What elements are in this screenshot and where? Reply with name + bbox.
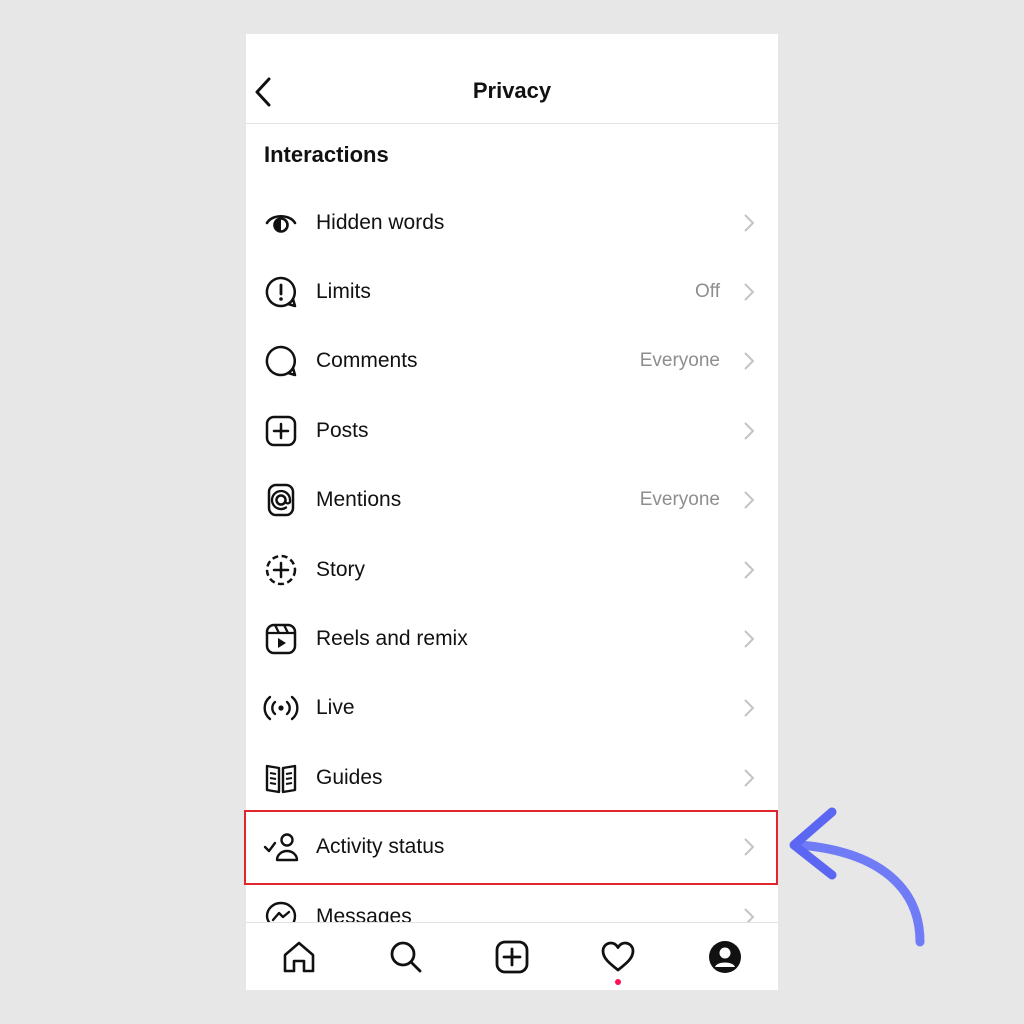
row-label: Posts (316, 418, 369, 442)
nav-create[interactable] (482, 927, 542, 987)
chevron-right-icon (744, 560, 755, 579)
row-value: Everyone (639, 350, 720, 372)
chevron-right-icon (744, 352, 755, 371)
chevron-right-icon (744, 213, 755, 232)
row-value: Off (695, 281, 720, 303)
comment-icon (263, 343, 299, 379)
home-icon (283, 941, 315, 972)
row-reels-and-remix[interactable]: Reels and remix (246, 604, 778, 673)
row-label: Mentions (316, 488, 402, 512)
row-posts[interactable]: Posts (246, 396, 778, 465)
row-label: Hidden words (316, 210, 445, 234)
bottom-tab-bar (246, 922, 778, 990)
privacy-screen: Privacy Interactions Hidden words Limits… (246, 34, 778, 990)
row-label: Reels and remix (316, 627, 468, 651)
reels-icon (263, 621, 299, 657)
row-label: Live (316, 696, 355, 720)
row-mentions[interactable]: Mentions Everyone (246, 466, 778, 535)
activity-heart-icon (601, 941, 635, 971)
row-label: Comments (316, 349, 418, 373)
notification-dot (615, 978, 622, 985)
search-icon (390, 941, 421, 972)
story-add-icon (263, 552, 299, 588)
settings-list: Hidden words Limits Off Comments Everyon… (246, 188, 778, 951)
guides-book-icon (263, 760, 299, 796)
plus-square-icon (263, 413, 299, 449)
create-icon (495, 940, 529, 973)
row-label: Limits (316, 280, 371, 304)
nav-home[interactable] (269, 927, 329, 987)
nav-profile[interactable] (695, 927, 755, 987)
hidden-words-icon (263, 205, 299, 241)
row-comments[interactable]: Comments Everyone (246, 327, 778, 396)
live-broadcast-icon (263, 690, 299, 726)
top-bar: Privacy (246, 34, 778, 124)
chevron-right-icon (744, 699, 755, 718)
nav-search[interactable] (376, 927, 436, 987)
section-title: Interactions (264, 142, 389, 167)
row-hidden-words[interactable]: Hidden words (246, 188, 778, 257)
row-label: Activity status (316, 835, 445, 859)
annotation-arrow-icon (789, 807, 925, 947)
at-sign-icon (263, 482, 299, 518)
row-activity-status[interactable]: Activity status (246, 813, 778, 882)
page-title: Privacy (472, 78, 552, 103)
row-value: Everyone (639, 489, 720, 511)
limits-icon (263, 274, 299, 310)
row-label: Story (316, 557, 366, 581)
row-live[interactable]: Live (246, 674, 778, 743)
nav-activity[interactable] (588, 927, 648, 987)
chevron-right-icon (744, 422, 755, 440)
chevron-right-icon (744, 491, 755, 509)
row-limits[interactable]: Limits Off (246, 257, 778, 326)
row-story[interactable]: Story (246, 535, 778, 604)
row-label: Guides (316, 765, 383, 789)
chevron-right-icon (744, 838, 755, 856)
chevron-right-icon (744, 769, 755, 787)
row-guides[interactable]: Guides (246, 743, 778, 812)
chevron-right-icon (744, 630, 755, 648)
profile-icon (708, 940, 741, 973)
chevron-right-icon (744, 283, 755, 301)
activity-status-icon (263, 829, 299, 865)
